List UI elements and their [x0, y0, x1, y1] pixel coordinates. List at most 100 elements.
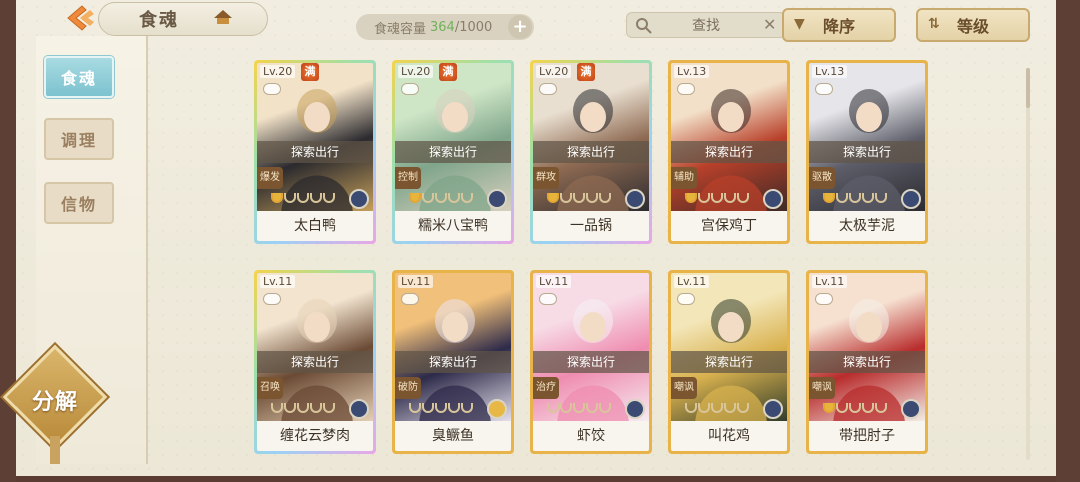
star-bowls: [409, 193, 473, 203]
triangle-down-icon: ▼: [794, 16, 805, 32]
star-bowls: [547, 403, 611, 413]
capacity-display: 食魂容量 364 /1000 +: [356, 14, 534, 40]
search-input[interactable]: 查找 ✕: [626, 12, 786, 38]
chat-bubble-icon: [815, 83, 833, 95]
bowl-icon: [737, 193, 749, 203]
character-name: 缠花云梦肉: [257, 421, 373, 451]
soul-card[interactable]: Lv.11 探索出行 嘲讽 带把肘子: [806, 270, 928, 454]
bowl-icon: [685, 403, 697, 413]
bowl-icon: [435, 403, 447, 413]
bowl-icon: [271, 193, 283, 203]
sidebar-tab-soul[interactable]: 食魂: [44, 56, 114, 98]
level-label: Lv.11: [674, 275, 710, 288]
bowl-icon: [271, 403, 283, 413]
soul-card[interactable]: Lv.11 探索出行 破防 臭鳜鱼: [392, 270, 514, 454]
sidebar-tab-token[interactable]: 信物: [44, 182, 114, 224]
capacity-plus-button[interactable]: +: [508, 15, 532, 39]
level-label: Lv.11: [260, 275, 296, 288]
element-badge-icon: [901, 399, 921, 419]
star-bowls: [823, 403, 887, 413]
page-title-text: 食魂: [139, 10, 179, 31]
expedition-status: 探索出行: [809, 141, 925, 163]
bowl-icon: [711, 403, 723, 413]
soul-card-inner: Lv.11 探索出行 破防 臭鳜鱼: [395, 273, 511, 451]
max-level-badge: 满: [439, 63, 457, 81]
soul-card[interactable]: Lv.11 探索出行 嘲讽 叫花鸡: [668, 270, 790, 454]
level-label: Lv.11: [398, 275, 434, 288]
chat-bubble-icon: [263, 293, 281, 305]
bowl-icon: [698, 193, 710, 203]
sort-field-button[interactable]: ⇅ 等级: [916, 8, 1030, 42]
capacity-current: 364: [430, 19, 455, 35]
soul-card[interactable]: Lv.13 探索出行 辅助 宫保鸡丁: [668, 60, 790, 244]
bowl-icon: [836, 193, 848, 203]
bowl-icon: [862, 403, 874, 413]
bowl-icon: [573, 193, 585, 203]
bowl-icon: [586, 193, 598, 203]
bowl-icon: [724, 403, 736, 413]
character-name: 宫保鸡丁: [671, 211, 787, 241]
bowl-icon: [849, 193, 861, 203]
element-badge-icon: [487, 399, 507, 419]
sidebar-tab-tune[interactable]: 调理: [44, 118, 114, 160]
soul-card[interactable]: Lv.20 满探索出行 爆发 太白鸭: [254, 60, 376, 244]
soul-card[interactable]: Lv.11 探索出行 召唤 缠花云梦肉: [254, 270, 376, 454]
bowl-icon: [422, 193, 434, 203]
bowl-icon: [823, 403, 835, 413]
chat-bubble-icon: [263, 83, 281, 95]
bowl-icon: [310, 193, 322, 203]
level-label: Lv.13: [674, 65, 710, 78]
soul-card-inner: Lv.11 探索出行 治疗 虾饺: [533, 273, 649, 451]
chat-bubble-icon: [401, 83, 419, 95]
expedition-status: 探索出行: [671, 351, 787, 373]
bowl-icon: [586, 403, 598, 413]
star-bowls: [823, 193, 887, 203]
soul-card-inner: Lv.20 满探索出行 爆发 太白鸭: [257, 63, 373, 241]
star-bowls: [685, 193, 749, 203]
character-name: 太极芋泥: [809, 211, 925, 241]
level-label: Lv.20: [536, 65, 572, 78]
sort-order-button[interactable]: ▼ 降序: [782, 8, 896, 42]
soul-card[interactable]: Lv.13 探索出行 驱散 太极芋泥: [806, 60, 928, 244]
back-arrow-icon: [67, 5, 94, 31]
role-tag: 爆发: [257, 167, 283, 189]
role-tag: 群攻: [533, 167, 559, 189]
bowl-icon: [409, 193, 421, 203]
bowl-icon: [547, 193, 559, 203]
home-icon[interactable]: [212, 8, 234, 26]
character-name: 叫花鸡: [671, 421, 787, 451]
level-label: Lv.13: [812, 65, 848, 78]
character-name: 虾饺: [533, 421, 649, 451]
bowl-icon: [448, 403, 460, 413]
soul-card-inner: Lv.13 探索出行 辅助 宫保鸡丁: [671, 63, 787, 241]
bottom-frame-border: [16, 476, 1056, 482]
element-badge-icon: [349, 399, 369, 419]
soul-card[interactable]: Lv.20 满探索出行 控制 糯米八宝鸭: [392, 60, 514, 244]
bowl-icon: [573, 403, 585, 413]
bowl-icon: [836, 403, 848, 413]
clear-icon[interactable]: ✕: [763, 15, 779, 35]
bowl-icon: [297, 193, 309, 203]
max-level-badge: 满: [301, 63, 319, 81]
capacity-label: 食魂容量: [374, 21, 427, 37]
chat-bubble-icon: [815, 293, 833, 305]
expedition-status: 探索出行: [257, 141, 373, 163]
scrollbar[interactable]: [1026, 68, 1030, 460]
element-badge-icon: [625, 189, 645, 209]
scrollbar-thumb[interactable]: [1026, 68, 1030, 108]
chat-bubble-icon: [539, 293, 557, 305]
chat-bubble-icon: [401, 293, 419, 305]
role-tag: 辅助: [671, 167, 697, 189]
level-label: Lv.20: [260, 65, 296, 78]
bowl-icon: [409, 403, 421, 413]
bowl-icon: [323, 193, 335, 203]
right-frame-border: [1056, 0, 1080, 482]
soul-card[interactable]: Lv.20 满探索出行 群攻 一品锅: [530, 60, 652, 244]
level-label: Lv.11: [536, 275, 572, 288]
soul-card[interactable]: Lv.11 探索出行 治疗 虾饺: [530, 270, 652, 454]
bowl-icon: [724, 193, 736, 203]
bowl-icon: [323, 403, 335, 413]
expedition-status: 探索出行: [395, 141, 511, 163]
bowl-icon: [461, 403, 473, 413]
bowl-icon: [284, 193, 296, 203]
